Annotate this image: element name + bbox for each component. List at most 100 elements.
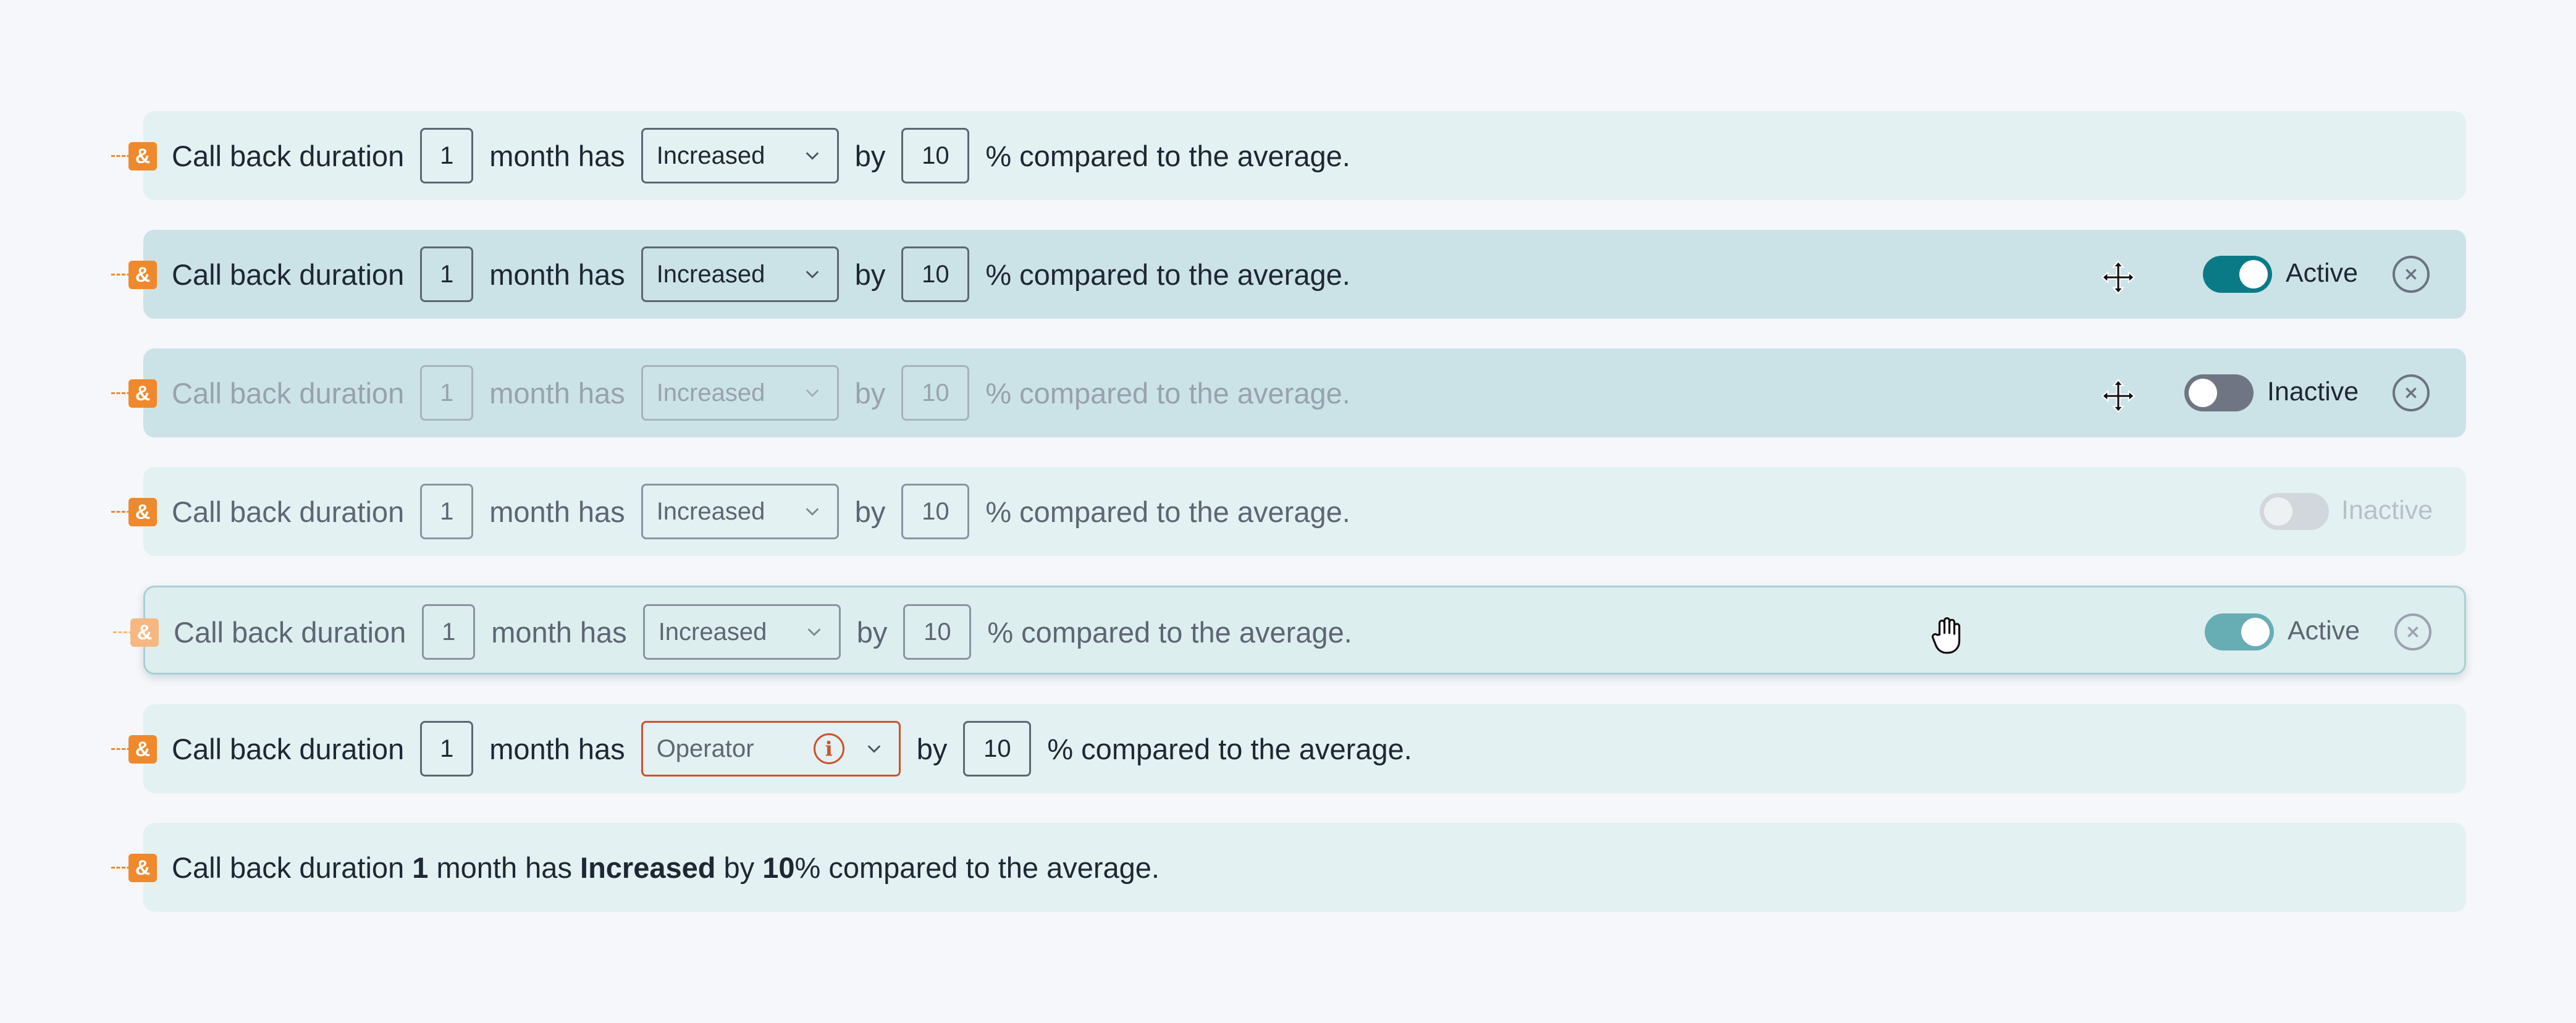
unit-label: month has — [489, 139, 625, 172]
rule-row-5[interactable]: & Call back duration 1 month has Increas… — [113, 586, 2466, 676]
percent-input[interactable]: 10 — [901, 365, 970, 421]
toggle-knob — [2189, 379, 2217, 407]
by-label: by — [916, 732, 948, 765]
rule-sentence: Call back duration 1 month has Increased… — [172, 111, 1350, 200]
by-label: by — [854, 258, 886, 291]
ampersand-icon: & — [128, 142, 157, 170]
chevron-down-icon — [806, 389, 819, 397]
toggle-knob — [2239, 260, 2268, 288]
operator-select[interactable]: Increased — [641, 484, 839, 539]
duration-input[interactable]: 1 — [422, 604, 476, 660]
field-label: Call back duration — [172, 139, 405, 172]
rule-row-6: & Call back duration 1 month has Operato… — [111, 704, 2466, 793]
percent-input[interactable]: 10 — [901, 246, 970, 302]
duration-input[interactable]: 1 — [420, 365, 474, 421]
operator-placeholder: Operator — [656, 735, 754, 762]
ampersand-icon: & — [128, 261, 157, 289]
active-toggle[interactable] — [2203, 256, 2272, 293]
operator-value: Increased — [656, 379, 765, 406]
field-label: Call back duration — [174, 615, 406, 649]
toggle-knob — [2241, 618, 2270, 646]
suffix-label: % compared to the average. — [985, 258, 1350, 291]
percent-input[interactable]: 10 — [903, 604, 972, 660]
status-label: Active — [2288, 616, 2360, 646]
percent-input[interactable]: 10 — [901, 484, 970, 539]
by-label: by — [854, 139, 886, 172]
by-label: by — [856, 615, 888, 649]
ampersand-icon: & — [128, 854, 157, 882]
rule-sentence: Call back duration 1 month has Increased… — [172, 348, 1350, 437]
close-icon[interactable] — [2394, 613, 2431, 650]
inactive-toggle-disabled[interactable] — [2260, 493, 2329, 530]
rule-row-7: & Call back duration 1 month has Increas… — [111, 823, 2466, 912]
suffix-label: % compared to the average. — [987, 615, 1352, 649]
chevron-down-icon — [806, 508, 819, 516]
operator-select[interactable]: Increased — [641, 246, 839, 302]
chevron-down-icon — [867, 745, 881, 753]
field-label: Call back duration — [172, 732, 405, 765]
inactive-toggle[interactable] — [2184, 374, 2254, 411]
suffix-label: % compared to the average. — [985, 495, 1350, 528]
rule-row-4: & Call back duration 1 month has Increas… — [111, 467, 2466, 556]
field-label: Call back duration — [172, 258, 405, 291]
rule-sentence: Call back duration 1 month has Increased… — [172, 467, 1350, 556]
duration-value: 1 — [412, 851, 429, 884]
move-icon[interactable] — [2099, 258, 2137, 297]
operator-select-error[interactable]: Operator i — [641, 721, 901, 777]
unit-label: month has — [489, 495, 625, 528]
operator-value: Increased — [656, 497, 765, 525]
operator-value: Increased — [580, 851, 716, 884]
status-label: Active — [2286, 258, 2359, 288]
hand-grab-icon — [1931, 617, 1961, 654]
operator-value: Increased — [658, 618, 767, 646]
duration-input[interactable]: 1 — [420, 246, 474, 302]
field-label: Call back duration — [172, 376, 405, 410]
duration-input[interactable]: 1 — [420, 721, 474, 777]
by-label: by — [723, 851, 755, 884]
move-icon[interactable] — [2099, 377, 2137, 415]
status-label: Inactive — [2341, 495, 2433, 525]
operator-value: Increased — [656, 141, 765, 169]
by-label: by — [854, 495, 886, 528]
percent-input[interactable]: 10 — [963, 721, 1032, 777]
ampersand-icon: & — [128, 498, 157, 526]
status-label: Inactive — [2267, 377, 2359, 406]
suffix-label: % compared to the average. — [794, 851, 1160, 884]
field-label: Call back duration — [172, 851, 405, 884]
by-label: by — [854, 376, 886, 410]
rule-sentence: Call back duration 1 month has Increased… — [174, 587, 1352, 676]
rule-sentence: Call back duration 1 month has Operator … — [172, 704, 1412, 793]
chevron-down-icon — [806, 271, 819, 279]
active-toggle[interactable] — [2205, 613, 2274, 650]
ampersand-icon: & — [128, 379, 157, 408]
chevron-down-icon — [806, 152, 819, 160]
close-icon[interactable] — [2393, 256, 2430, 293]
unit-label: month has — [489, 732, 625, 765]
unit-label: month has — [489, 376, 625, 410]
chevron-down-icon — [807, 628, 821, 636]
operator-select[interactable]: Increased — [642, 604, 841, 660]
field-label: Call back duration — [172, 495, 405, 528]
duration-input[interactable]: 1 — [420, 484, 474, 539]
percent-input[interactable]: 10 — [901, 128, 970, 183]
info-icon[interactable]: i — [813, 733, 844, 764]
rules-canvas: & Call back duration 1 month has Increas… — [0, 0, 2576, 1023]
operator-select[interactable]: Increased — [641, 128, 839, 183]
percent-value: 10 — [762, 851, 795, 884]
ampersand-icon: & — [128, 735, 157, 764]
rule-row-2: & Call back duration 1 month has Increas… — [111, 230, 2466, 319]
unit-label: month has — [491, 615, 627, 649]
duration-input[interactable]: 1 — [420, 128, 474, 183]
ampersand-icon: & — [130, 618, 159, 647]
operator-select[interactable]: Increased — [641, 365, 839, 421]
close-icon[interactable] — [2393, 374, 2430, 411]
operator-value: Increased — [656, 260, 765, 288]
toggle-knob — [2264, 497, 2292, 526]
suffix-label: % compared to the average. — [985, 376, 1350, 410]
unit-label: month has — [436, 851, 572, 884]
rule-sentence: Call back duration 1 month has Increased… — [172, 230, 1350, 319]
unit-label: month has — [489, 258, 625, 291]
rule-row-3: & Call back duration 1 month has Increas… — [111, 348, 2466, 437]
rule-row-1: & Call back duration 1 month has Increas… — [111, 111, 2466, 200]
suffix-label: % compared to the average. — [985, 139, 1350, 172]
